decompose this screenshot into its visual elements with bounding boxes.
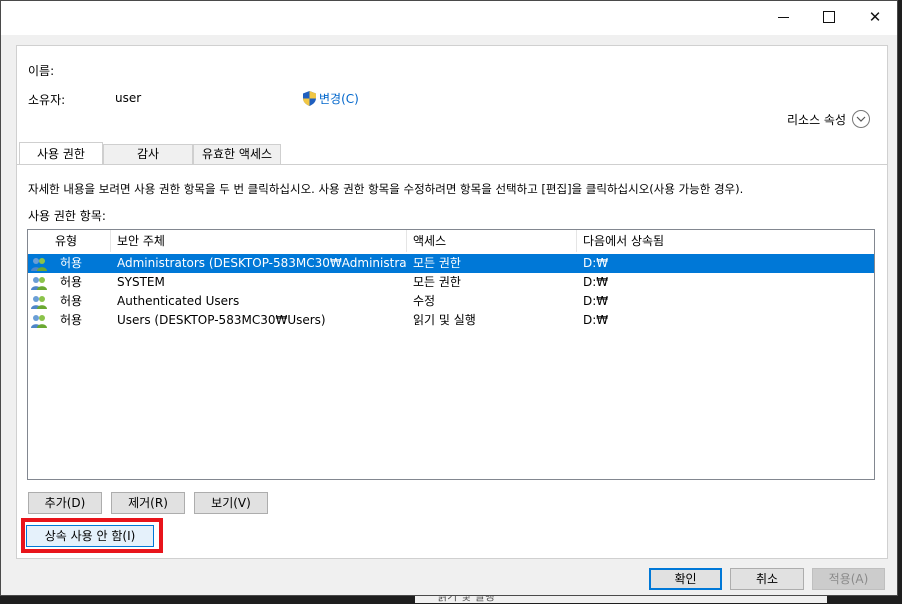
row-access: 수정 <box>413 294 436 308</box>
column-header-access[interactable]: 액세스 <box>407 230 577 252</box>
add-button[interactable]: 추가(D) <box>28 492 102 514</box>
list-header: 유형 보안 주체 액세스 다음에서 상속됨 <box>28 230 874 252</box>
row-principal: Users (DESKTOP-583MC30₩Users) <box>117 313 326 327</box>
row-inherited: D:₩ <box>583 275 609 289</box>
tab-permissions[interactable]: 사용 권한 <box>19 142 103 165</box>
users-group-icon <box>31 296 47 309</box>
row-type: 허용 <box>60 294 83 308</box>
change-owner-link[interactable]: 변경(C) <box>303 90 359 107</box>
row-type: 허용 <box>60 313 83 327</box>
close-icon: ✕ <box>868 8 882 26</box>
row-inherited: D:₩ <box>583 313 609 327</box>
remove-button[interactable]: 제거(R) <box>111 492 185 514</box>
row-type: 허용 <box>60 275 83 289</box>
tab-effective-access[interactable]: 유효한 액세스 <box>193 144 281 164</box>
table-row[interactable]: 허용 Administrators (DESKTOP-583MC30₩Admin… <box>28 254 874 273</box>
row-access: 모든 권한 <box>413 275 461 289</box>
resource-attributes-toggle[interactable]: 리소스 속성 <box>787 110 871 128</box>
table-row[interactable]: 허용 Authenticated Users 수정 D:₩ <box>28 292 874 311</box>
owner-value: user <box>115 91 142 105</box>
close-button[interactable]: ✕ <box>853 1 897 33</box>
column-principal-label: 보안 주체 <box>117 234 165 248</box>
cancel-button[interactable]: 취소 <box>730 568 804 590</box>
column-inherited-label: 다음에서 상속됨 <box>583 234 665 248</box>
resource-attributes-label: 리소스 속성 <box>787 112 847 127</box>
maximize-icon <box>823 11 835 23</box>
column-type-label: 유형 <box>55 234 78 248</box>
users-group-icon <box>31 315 47 328</box>
tab-strip: 사용 권한 감사 유효한 액세스 <box>17 142 887 165</box>
table-row[interactable]: 허용 SYSTEM 모든 권한 D:₩ <box>28 273 874 292</box>
column-access-label: 액세스 <box>413 234 447 248</box>
permission-entries-label: 사용 권한 항목: <box>28 209 106 223</box>
security-settings-dialog: ✕ 이름: 소유자: user 변경(C) 리소스 속성 사용 권한 감사 유효… <box>0 0 898 596</box>
apply-button[interactable]: 적용(A) <box>812 568 885 590</box>
table-row[interactable]: 허용 Users (DESKTOP-583MC30₩Users) 읽기 및 실행… <box>28 311 874 330</box>
tab-auditing[interactable]: 감사 <box>103 144 193 164</box>
row-inherited: D:₩ <box>583 294 609 308</box>
annotation-highlight-box <box>21 518 163 553</box>
users-group-icon <box>31 277 47 290</box>
name-label: 이름: <box>28 64 55 78</box>
minimize-icon <box>777 16 789 18</box>
change-link-label: 변경(C) <box>319 92 359 106</box>
users-group-icon <box>31 258 47 271</box>
tab-permissions-label: 사용 권한 <box>37 147 85 161</box>
tab-effective-access-label: 유효한 액세스 <box>201 147 273 161</box>
row-principal: Administrators (DESKTOP-583MC30₩Administ… <box>117 256 407 270</box>
row-principal: Authenticated Users <box>117 294 240 308</box>
maximize-button[interactable] <box>807 1 851 33</box>
row-inherited: D:₩ <box>583 256 609 270</box>
row-principal: SYSTEM <box>117 275 165 289</box>
permission-entries-list[interactable]: 유형 보안 주체 액세스 다음에서 상속됨 허용 Administrators … <box>27 229 875 480</box>
owner-label: 소유자: <box>28 93 66 107</box>
row-type: 허용 <box>60 256 83 270</box>
column-header-principal[interactable]: 보안 주체 <box>111 230 407 252</box>
tab-auditing-label: 감사 <box>136 147 160 161</box>
column-header-inherited[interactable]: 다음에서 상속됨 <box>577 230 874 252</box>
tab-divider <box>17 164 887 165</box>
chevron-down-icon <box>852 110 871 128</box>
content-panel: 이름: 소유자: user 변경(C) 리소스 속성 사용 권한 감사 유효한 … <box>16 45 888 559</box>
uac-shield-icon <box>303 91 316 106</box>
instructions-text: 자세한 내용을 보려면 사용 권한 항목을 두 번 클릭하십시오. 사용 권한 … <box>28 182 744 196</box>
column-header-type[interactable]: 유형 <box>49 230 111 252</box>
row-access: 읽기 및 실행 <box>413 313 476 327</box>
row-access: 모든 권한 <box>413 256 461 270</box>
minimize-button[interactable] <box>761 1 805 33</box>
view-button[interactable]: 보기(V) <box>194 492 268 514</box>
background-window: 읽기 및 실행 <box>415 590 827 603</box>
title-bar: ✕ <box>1 1 897 35</box>
ok-button[interactable]: 확인 <box>649 568 722 590</box>
